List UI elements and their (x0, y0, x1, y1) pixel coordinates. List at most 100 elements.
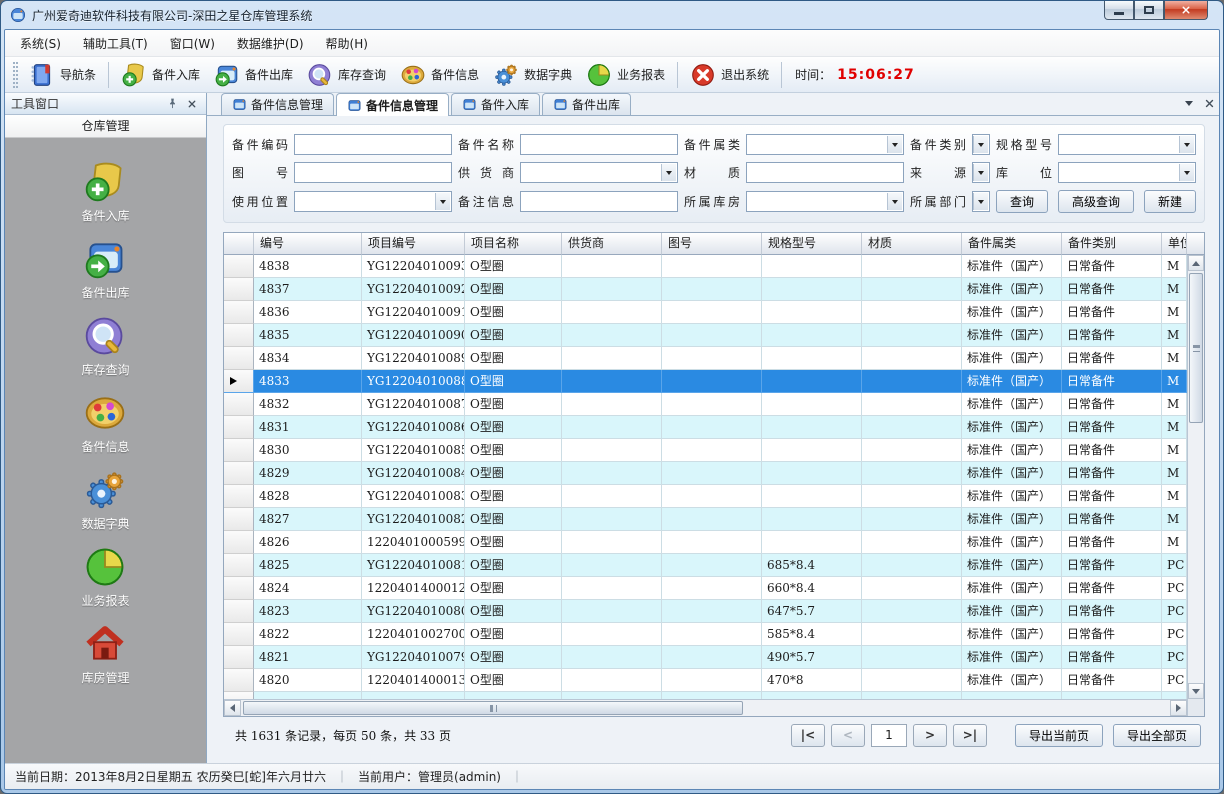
table-row[interactable]: 4834YG12204010089O型圈标准件（国产）日常备件M (224, 347, 1187, 370)
source-select[interactable] (972, 162, 990, 183)
spec-select[interactable] (1058, 134, 1196, 155)
page-number-input[interactable]: 1 (871, 724, 907, 747)
sidebar-item-stock-in[interactable]: 备件入库 (81, 160, 129, 224)
column-header-material[interactable]: 材质 (862, 233, 962, 255)
table-row[interactable]: 48261220401000599O型圈标准件（国产）日常备件M (224, 531, 1187, 554)
sidebar-item-warehouse-mgmt[interactable]: 库房管理 (81, 622, 129, 686)
row-indicator[interactable] (224, 554, 254, 577)
export-all-pages-button[interactable]: 导出全部页 (1113, 724, 1201, 747)
table-row[interactable]: 4828YG12204010083O型圈标准件（国产）日常备件M (224, 485, 1187, 508)
row-indicator[interactable] (224, 646, 254, 669)
column-header-no[interactable]: 编号 (254, 233, 362, 255)
row-indicator[interactable] (224, 301, 254, 324)
row-indicator[interactable] (224, 393, 254, 416)
figure-no-input[interactable] (294, 162, 452, 183)
supplier-select[interactable] (520, 162, 678, 183)
next-page-button[interactable]: > (913, 724, 947, 747)
table-row[interactable]: 4838YG12204010093O型圈标准件（国产）日常备件M (224, 255, 1187, 278)
warehouse-select[interactable] (746, 191, 904, 212)
material-input[interactable] (746, 162, 904, 183)
horizontal-scroll-thumb[interactable] (243, 701, 743, 715)
column-header-figure-no[interactable]: 图号 (662, 233, 762, 255)
chevron-down-icon[interactable] (435, 193, 450, 210)
stock-out-button[interactable]: 备件出库 (207, 59, 300, 91)
row-indicator[interactable] (224, 577, 254, 600)
row-indicator[interactable] (224, 278, 254, 301)
stock-query-button[interactable]: 库存查询 (300, 59, 393, 91)
menu-aux-tools[interactable]: 辅助工具(T) (72, 31, 159, 56)
row-indicator[interactable] (224, 508, 254, 531)
scroll-left-button[interactable] (224, 700, 241, 716)
menu-help[interactable]: 帮助(H) (315, 31, 379, 56)
vertical-scroll-track[interactable] (1188, 271, 1204, 683)
query-button[interactable]: 查询 (996, 190, 1048, 213)
last-page-button[interactable]: >| (953, 724, 987, 747)
remark-input[interactable] (520, 191, 678, 212)
advanced-query-button[interactable]: 高级查询 (1058, 190, 1134, 213)
data-dict-button[interactable]: 数据字典 (486, 59, 579, 91)
first-page-button[interactable]: |< (791, 724, 825, 747)
table-row[interactable]: 4825YG12204010081O型圈685*8.4标准件（国产）日常备件PC (224, 554, 1187, 577)
table-row[interactable]: 4832YG12204010087O型圈标准件（国产）日常备件M (224, 393, 1187, 416)
tab-parts-info-mgmt-2[interactable]: 备件信息管理 (336, 93, 449, 116)
chevron-down-icon[interactable] (973, 164, 988, 181)
minimize-button[interactable] (1104, 1, 1134, 20)
table-row[interactable]: 4829YG12204010084O型圈标准件（国产）日常备件M (224, 462, 1187, 485)
export-current-page-button[interactable]: 导出当前页 (1015, 724, 1103, 747)
row-indicator[interactable] (224, 255, 254, 278)
parts-info-button[interactable]: 备件信息 (393, 59, 486, 91)
row-indicator[interactable] (224, 623, 254, 646)
row-indicator[interactable] (224, 531, 254, 554)
table-row[interactable]: 4821YG12204010079O型圈490*5.7标准件（国产）日常备件PC (224, 646, 1187, 669)
new-button[interactable]: 新建 (1144, 190, 1196, 213)
table-row[interactable]: 4833YG12204010088O型圈标准件（国产）日常备件M (224, 370, 1187, 393)
row-indicator[interactable] (224, 347, 254, 370)
row-indicator[interactable] (224, 370, 254, 393)
table-row[interactable]: 48221220401002700O型圈585*8.4标准件（国产）日常备件PC (224, 623, 1187, 646)
vertical-scroll-thumb[interactable] (1189, 273, 1203, 423)
table-row[interactable]: 4837YG12204010092O型圈标准件（国产）日常备件M (224, 278, 1187, 301)
column-header-part-attr[interactable]: 备件属类 (962, 233, 1062, 255)
table-row[interactable]: 4831YG12204010086O型圈标准件（国产）日常备件M (224, 416, 1187, 439)
menu-data-maintenance[interactable]: 数据维护(D) (226, 31, 315, 56)
column-header-part-type[interactable]: 备件类别 (1062, 233, 1162, 255)
location-select[interactable] (1058, 162, 1196, 183)
part-attr-select[interactable] (746, 134, 904, 155)
tab-parts-info-mgmt-1[interactable]: 备件信息管理 (221, 93, 334, 115)
vertical-scrollbar[interactable] (1187, 255, 1204, 699)
horizontal-scroll-track[interactable] (241, 700, 1170, 716)
sidebar-item-report[interactable]: 业务报表 (81, 545, 129, 609)
table-row[interactable] (224, 692, 1187, 699)
table-row[interactable]: 48241220401400012O型圈660*8.4标准件（国产）日常备件PC (224, 577, 1187, 600)
menu-window[interactable]: 窗口(W) (159, 31, 226, 56)
tab-stock-in[interactable]: 备件入库 (451, 93, 540, 115)
close-button[interactable] (1164, 1, 1208, 20)
row-indicator[interactable] (224, 324, 254, 347)
report-button[interactable]: 业务报表 (579, 59, 672, 91)
column-header-spec[interactable]: 规格型号 (762, 233, 862, 255)
sidebar-item-stock-query[interactable]: 库存查询 (81, 314, 129, 378)
chevron-down-icon[interactable] (973, 193, 988, 210)
table-row[interactable]: 48201220401400013O型圈470*8标准件（国产）日常备件PC (224, 669, 1187, 692)
part-code-input[interactable] (294, 134, 452, 155)
column-header-unit[interactable]: 单位 (1162, 233, 1187, 255)
table-row[interactable]: 4836YG12204010091O型圈标准件（国产）日常备件M (224, 301, 1187, 324)
row-indicator[interactable] (224, 692, 254, 699)
column-header-supplier[interactable]: 供货商 (562, 233, 662, 255)
nav-bar-button[interactable]: 导航条 (22, 59, 103, 91)
table-row[interactable]: 4827YG12204010082O型圈标准件（国产）日常备件M (224, 508, 1187, 531)
row-indicator[interactable] (224, 669, 254, 692)
scroll-right-button[interactable] (1170, 700, 1187, 716)
stock-in-button[interactable]: 备件入库 (114, 59, 207, 91)
menu-system[interactable]: 系统(S) (9, 31, 72, 56)
maximize-button[interactable] (1134, 1, 1164, 20)
department-select[interactable] (972, 191, 990, 212)
part-type-select[interactable] (972, 134, 990, 155)
sidebar-close-button[interactable] (184, 96, 200, 112)
chevron-down-icon[interactable] (1179, 136, 1194, 153)
horizontal-scrollbar[interactable] (224, 699, 1187, 716)
row-indicator[interactable] (224, 416, 254, 439)
chevron-down-icon[interactable] (1185, 101, 1193, 106)
table-row[interactable]: 4823YG12204010080O型圈647*5.7标准件（国产）日常备件PC (224, 600, 1187, 623)
chevron-down-icon[interactable] (887, 136, 902, 153)
